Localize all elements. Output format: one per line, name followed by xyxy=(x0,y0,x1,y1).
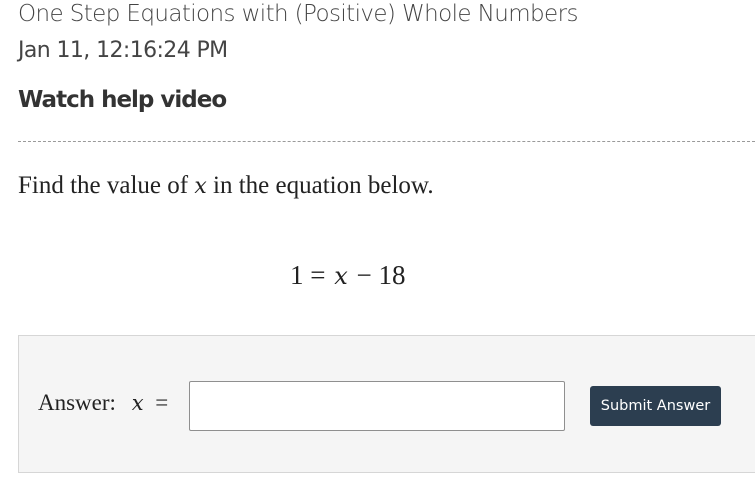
question-text: Find the value of x in the equation belo… xyxy=(18,172,434,200)
answer-label: Answer: x = xyxy=(38,390,168,416)
answer-variable: x xyxy=(131,391,144,415)
equation-left: 1 xyxy=(290,260,304,290)
question-variable: x xyxy=(194,174,207,199)
answer-input[interactable] xyxy=(189,381,565,431)
equation-equals: = xyxy=(310,260,326,290)
equation: 1 = x − 18 xyxy=(290,260,406,291)
answer-equals: = xyxy=(155,390,169,415)
answer-panel: Answer: x = Submit Answer xyxy=(18,335,755,473)
answer-label-text: Answer: xyxy=(38,390,116,415)
equation-variable: x xyxy=(334,262,348,290)
watch-help-video-link[interactable]: Watch help video xyxy=(18,87,227,113)
question-prefix: Find the value of xyxy=(18,172,189,199)
problem-title: One Step Equations with (Positive) Whole… xyxy=(18,1,578,27)
equation-operator: − xyxy=(356,260,372,290)
submit-answer-button[interactable]: Submit Answer xyxy=(590,386,721,426)
problem-page: One Step Equations with (Positive) Whole… xyxy=(0,0,755,479)
timestamp: Jan 11, 12:16:24 PM xyxy=(18,38,228,63)
question-suffix: in the equation below. xyxy=(213,172,434,199)
equation-right: 18 xyxy=(378,260,406,290)
dashed-divider xyxy=(18,141,755,142)
